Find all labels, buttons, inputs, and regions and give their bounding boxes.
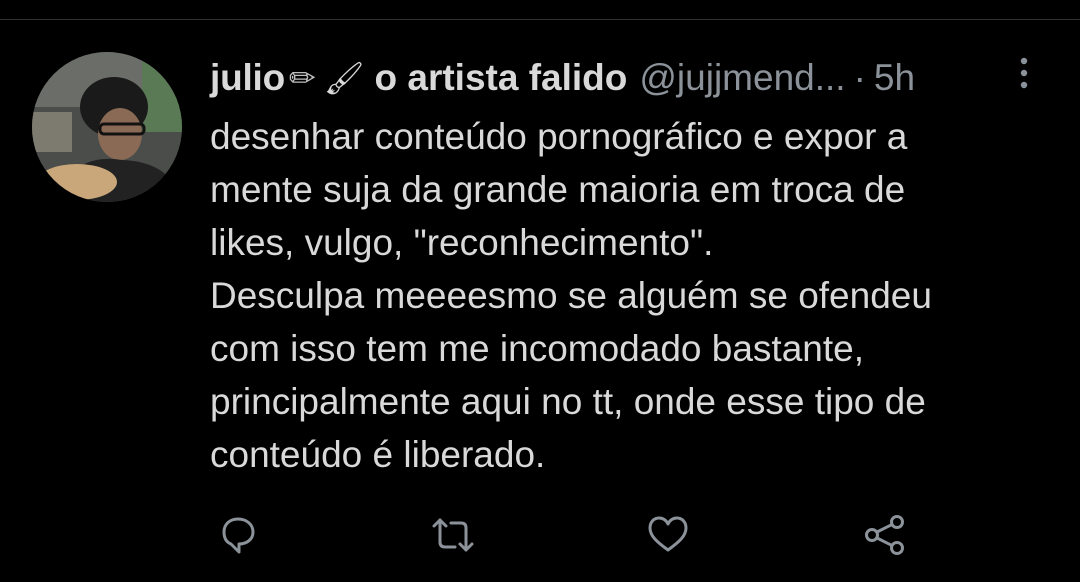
pencil-emoji: ✏	[289, 59, 316, 97]
top-divider	[0, 19, 1080, 20]
retweet-icon[interactable]	[430, 512, 476, 558]
tweet-text-line: mente suja da grande maioria em troca de	[210, 169, 906, 210]
tweet-text-line: Desculpa meeeesmo se alguém se ofendeu	[210, 275, 932, 316]
display-name[interactable]: julio	[210, 57, 285, 99]
heart-icon[interactable]	[645, 512, 691, 558]
separator-dot: ·	[853, 57, 866, 98]
tweet[interactable]: julio ✏ 🖌 o artista falido @jujjmend... …	[210, 52, 1030, 481]
share-icon[interactable]	[862, 512, 908, 558]
tweet-actions	[0, 512, 1080, 558]
tweet-text-line: desenhar conteúdo pornográfico e expor a	[210, 116, 908, 157]
paintbrush-emoji: 🖌	[323, 60, 365, 96]
reply-icon[interactable]	[215, 512, 261, 558]
display-name-suffix[interactable]: o artista falido	[374, 57, 627, 99]
more-vertical-icon[interactable]	[1016, 56, 1032, 90]
tweet-text-line: principalmente aqui no tt, onde esse tip…	[210, 381, 926, 422]
tweet-text-line: conteúdo é liberado.	[210, 434, 546, 475]
timestamp[interactable]: 5h	[874, 57, 915, 99]
user-handle[interactable]: @jujjmend...	[639, 57, 845, 99]
tweet-text: desenhar conteúdo pornográfico e expor a…	[210, 110, 1030, 481]
tweet-text-line: com isso tem me incomodado bastante,	[210, 328, 864, 369]
tweet-header: julio ✏ 🖌 o artista falido @jujjmend... …	[210, 52, 1030, 104]
avatar[interactable]	[32, 52, 182, 202]
tweet-text-line: likes, vulgo, "reconhecimento".	[210, 222, 714, 263]
